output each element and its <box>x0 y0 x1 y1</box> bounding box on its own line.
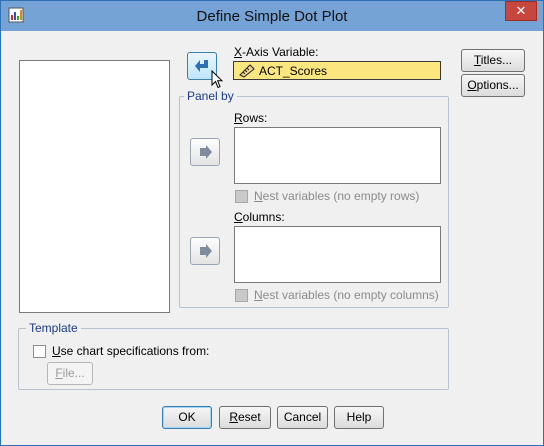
ok-button[interactable]: OK <box>162 406 212 429</box>
rows-field[interactable] <box>234 127 441 184</box>
panel-by-legend: Panel by <box>184 89 237 103</box>
help-button[interactable]: Help <box>334 406 384 429</box>
template-legend: Template <box>26 321 81 335</box>
move-to-columns-button[interactable] <box>190 237 220 265</box>
arrow-icon <box>195 60 208 72</box>
options-button[interactable]: Options... <box>461 74 525 97</box>
nest-rows-checkbox[interactable] <box>235 190 248 203</box>
title-bar[interactable]: Define Simple Dot Plot ✕ <box>1 1 543 31</box>
nest-columns-label: Nest variables (no empty columns) <box>254 288 439 302</box>
nest-columns-checkbox[interactable] <box>235 289 248 302</box>
xaxis-variable-value: ACT_Scores <box>259 64 328 78</box>
nest-rows-label: Nest variables (no empty rows) <box>254 189 420 203</box>
variable-list[interactable] <box>19 60 170 313</box>
dialog-body: X-Axis Variable: ACT_Scores Panel by Row… <box>9 32 535 439</box>
titles-button[interactable]: Titles... <box>461 49 525 72</box>
mouse-pointer-icon <box>211 70 223 89</box>
use-chart-spec-checkbox[interactable] <box>33 345 46 358</box>
cancel-button[interactable]: Cancel <box>277 406 328 429</box>
columns-field[interactable] <box>234 226 441 283</box>
xaxis-variable-field[interactable]: ACT_Scores <box>233 61 441 80</box>
ruler-scale-icon <box>239 64 255 78</box>
arrow-icon <box>200 145 212 159</box>
use-chart-spec-label: Use chart specifications from: <box>52 344 210 358</box>
move-to-rows-button[interactable] <box>190 138 220 166</box>
window-title: Define Simple Dot Plot <box>196 8 348 25</box>
arrow-icon <box>200 244 212 258</box>
xaxis-label: X-Axis Variable: <box>234 45 319 59</box>
file-button[interactable]: File... <box>47 362 93 385</box>
columns-label: Columns: <box>234 210 285 224</box>
rows-label: Rows: <box>234 111 268 125</box>
dialog-window: Define Simple Dot Plot ✕ X-Axis Variable… <box>0 0 544 446</box>
close-button[interactable]: ✕ <box>505 1 537 21</box>
close-icon: ✕ <box>515 3 527 18</box>
reset-button[interactable]: Reset <box>219 406 271 429</box>
